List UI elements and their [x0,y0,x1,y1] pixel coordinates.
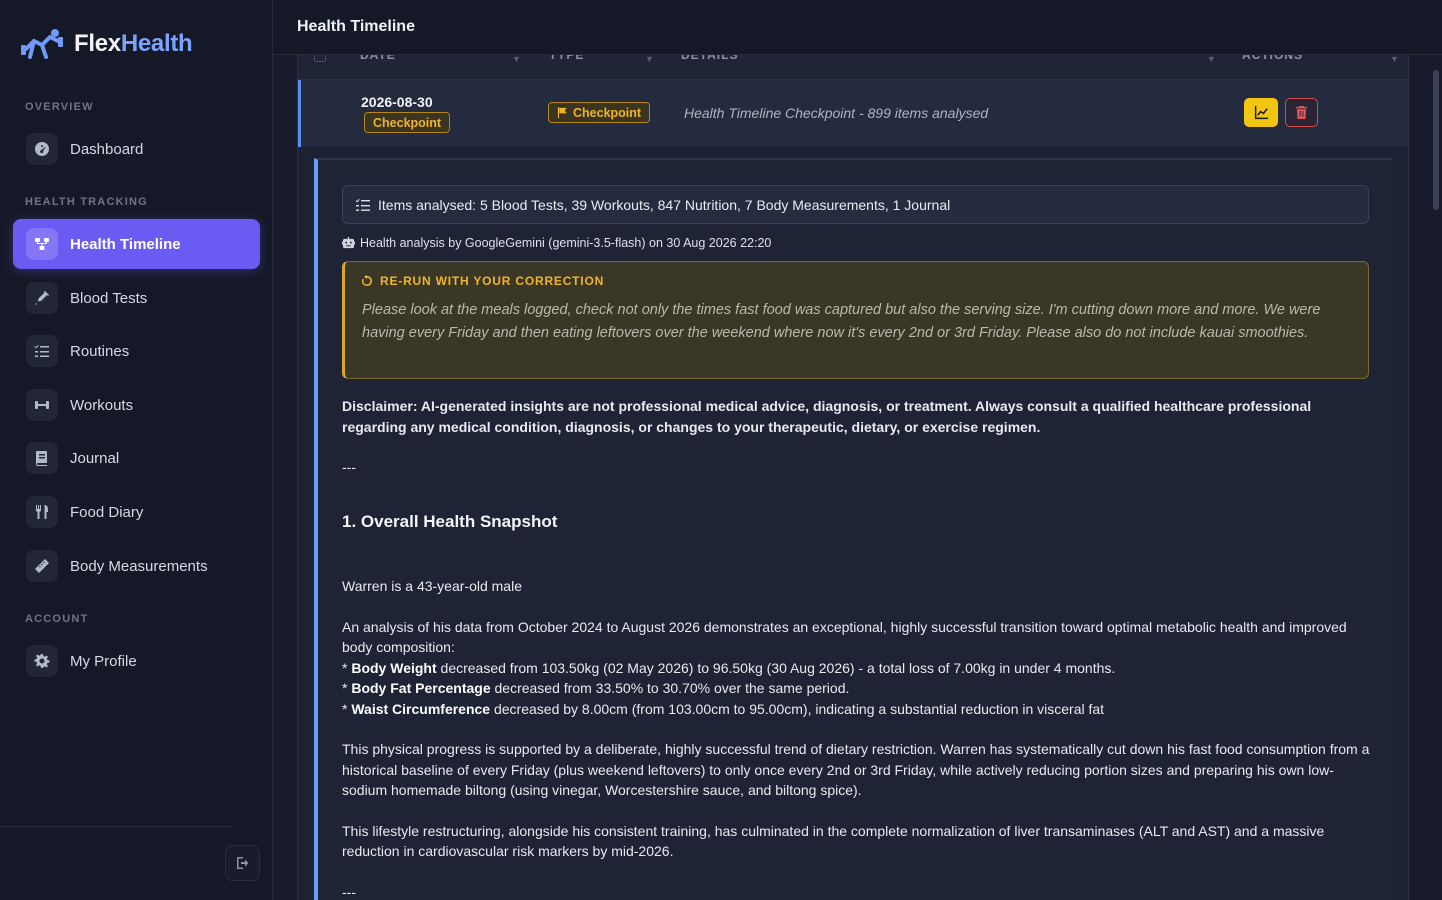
brand-name: FlexHealth [74,30,193,58]
delete-button[interactable] [1285,98,1318,127]
sidebar-item-label: Blood Tests [70,289,148,307]
ruler-icon [26,550,58,582]
sidebar-item-label: Routines [70,342,130,360]
sidebar-item-blood-tests[interactable]: Blood Tests [13,273,260,323]
sidebar-item-workouts[interactable]: Workouts [13,380,260,430]
flag-icon [557,107,567,118]
separator: --- [342,883,356,900]
book-icon [26,442,58,474]
section-account: ACCOUNT [25,613,89,625]
bullet-prefix: * [342,700,352,717]
items-analysed-box: Items analysed: 5 Blood Tests, 39 Workou… [342,185,1369,224]
bullet-text: decreased from 103.50kg (02 May 2026) to… [436,659,1116,676]
timeline-icon [26,228,58,260]
paragraph: This lifestyle restructuring, alongside … [342,822,1325,860]
sidebar-item-my-profile[interactable]: My Profile [13,636,260,686]
sidebar-item-health-timeline[interactable]: Health Timeline [13,219,260,269]
bullet-item: * Waist Circumference decreased by 8.00c… [342,699,1372,720]
timeline-table: DATE ▼ TYPE ▼ DETAILS ▼ ACTIONS ▼ 2026-0… [297,40,1409,900]
sidebar-divider [0,826,232,827]
logout-button[interactable] [225,845,260,881]
row-details: Health Timeline Checkpoint - 899 items a… [684,105,989,121]
intro-paragraph: Warren is a 43-year-old male [342,578,522,594]
section-overview: OVERVIEW [25,101,94,113]
sidebar-item-food-diary[interactable]: Food Diary [13,487,260,537]
correction-title: RE-RUN WITH YOUR CORRECTION [361,274,604,288]
section-heading: 1. Overall Health Snapshot [342,511,558,531]
sidebar-item-routines[interactable]: Routines [13,326,260,376]
brand-name-part2: Health [120,30,193,57]
sidebar-item-label: Food Diary [70,503,144,521]
sidebar-item-label: Journal [70,449,120,467]
type-badge: Checkpoint [548,102,651,123]
date-checkpoint-badge: Checkpoint [364,112,451,133]
analysis-meta: Health analysis by GoogleGemini (gemini-… [342,236,771,250]
bullet-text: decreased by 8.00cm (from 103.00cm to 95… [490,700,1105,717]
bullet-item: * Body Fat Percentage decreased from 33.… [342,678,1372,699]
badge-label: Checkpoint [373,115,442,130]
logout-icon [236,857,248,869]
analysis-report: Disclaimer: AI-generated insights are no… [342,396,1372,900]
badge-label: Checkpoint [573,105,642,120]
sort-icon[interactable]: ▼ [512,54,521,64]
page-title: Health Timeline [297,18,415,35]
analysis-block: An analysis of his data from October 202… [342,617,1372,720]
sidebar-item-label: Workouts [70,396,134,414]
dashboard-icon [26,133,58,165]
sidebar-item-dashboard[interactable]: Dashboard [13,124,260,174]
table-row[interactable]: 2026-08-30 Checkpoint Checkpoint Health … [298,80,1408,147]
correction-box[interactable]: RE-RUN WITH YOUR CORRECTION Please look … [342,261,1369,379]
brand-name-part1: Flex [74,30,121,57]
correction-title-text: RE-RUN WITH YOUR CORRECTION [380,274,605,288]
sidebar-item-label: My Profile [70,652,137,670]
rerun-icon [361,275,372,286]
analysis-line: An analysis of his data from October 202… [342,618,1347,656]
logo-icon [21,29,63,59]
list-check-icon [26,335,58,367]
gear-icon [26,645,58,677]
page-header: Health Timeline [273,0,1442,55]
robot-icon [342,236,355,248]
trash-icon [1295,106,1308,119]
sidebar-item-journal[interactable]: Journal [13,433,260,483]
row-date: 2026-08-30 [361,94,433,110]
syringe-icon [26,282,58,314]
bullet-prefix: * [342,680,352,696]
chart-line-icon [1254,105,1268,120]
utensils-icon [26,496,58,528]
items-analysed-text: Items analysed: 5 Blood Tests, 39 Workou… [378,196,951,213]
bullet-item: * Body Weight decreased from 103.50kg (0… [342,658,1372,679]
analysis-meta-text: Health analysis by GoogleGemini (gemini-… [360,236,772,250]
list-check-icon [356,198,370,211]
bullet-bold: Body Weight [351,659,437,676]
sort-icon[interactable]: ▼ [1390,54,1399,64]
separator: --- [342,459,356,475]
bullet-text: decreased from 33.50% to 30.70% over the… [490,680,850,696]
bullet-bold: Body Fat Percentage [351,680,491,696]
sort-icon[interactable]: ▼ [645,54,654,64]
sidebar: FlexHealth OVERVIEW Dashboard HEALTH TRA… [0,0,273,900]
sidebar-item-label: Body Measurements [70,557,208,575]
brand-logo[interactable]: FlexHealth [20,26,193,62]
correction-text[interactable]: Please look at the meals logged, check n… [362,299,1352,345]
sort-icon[interactable]: ▼ [1207,54,1216,64]
paragraph: This physical progress is supported by a… [342,741,1370,798]
section-health-tracking: HEALTH TRACKING [25,196,148,208]
view-chart-button[interactable] [1244,98,1278,127]
sidebar-item-label: Dashboard [70,140,144,158]
sidebar-item-body-measurements[interactable]: Body Measurements [13,541,260,591]
disclaimer: Disclaimer: AI-generated insights are no… [342,398,1312,435]
checkpoint-details-panel: Items analysed: 5 Blood Tests, 39 Workou… [314,158,1392,900]
scrollbar[interactable] [1433,70,1439,210]
dumbbell-icon [26,389,58,421]
sidebar-item-label: Health Timeline [70,235,181,253]
bullet-bold: Waist Circumference [351,700,491,717]
bullet-prefix: * [342,659,352,676]
